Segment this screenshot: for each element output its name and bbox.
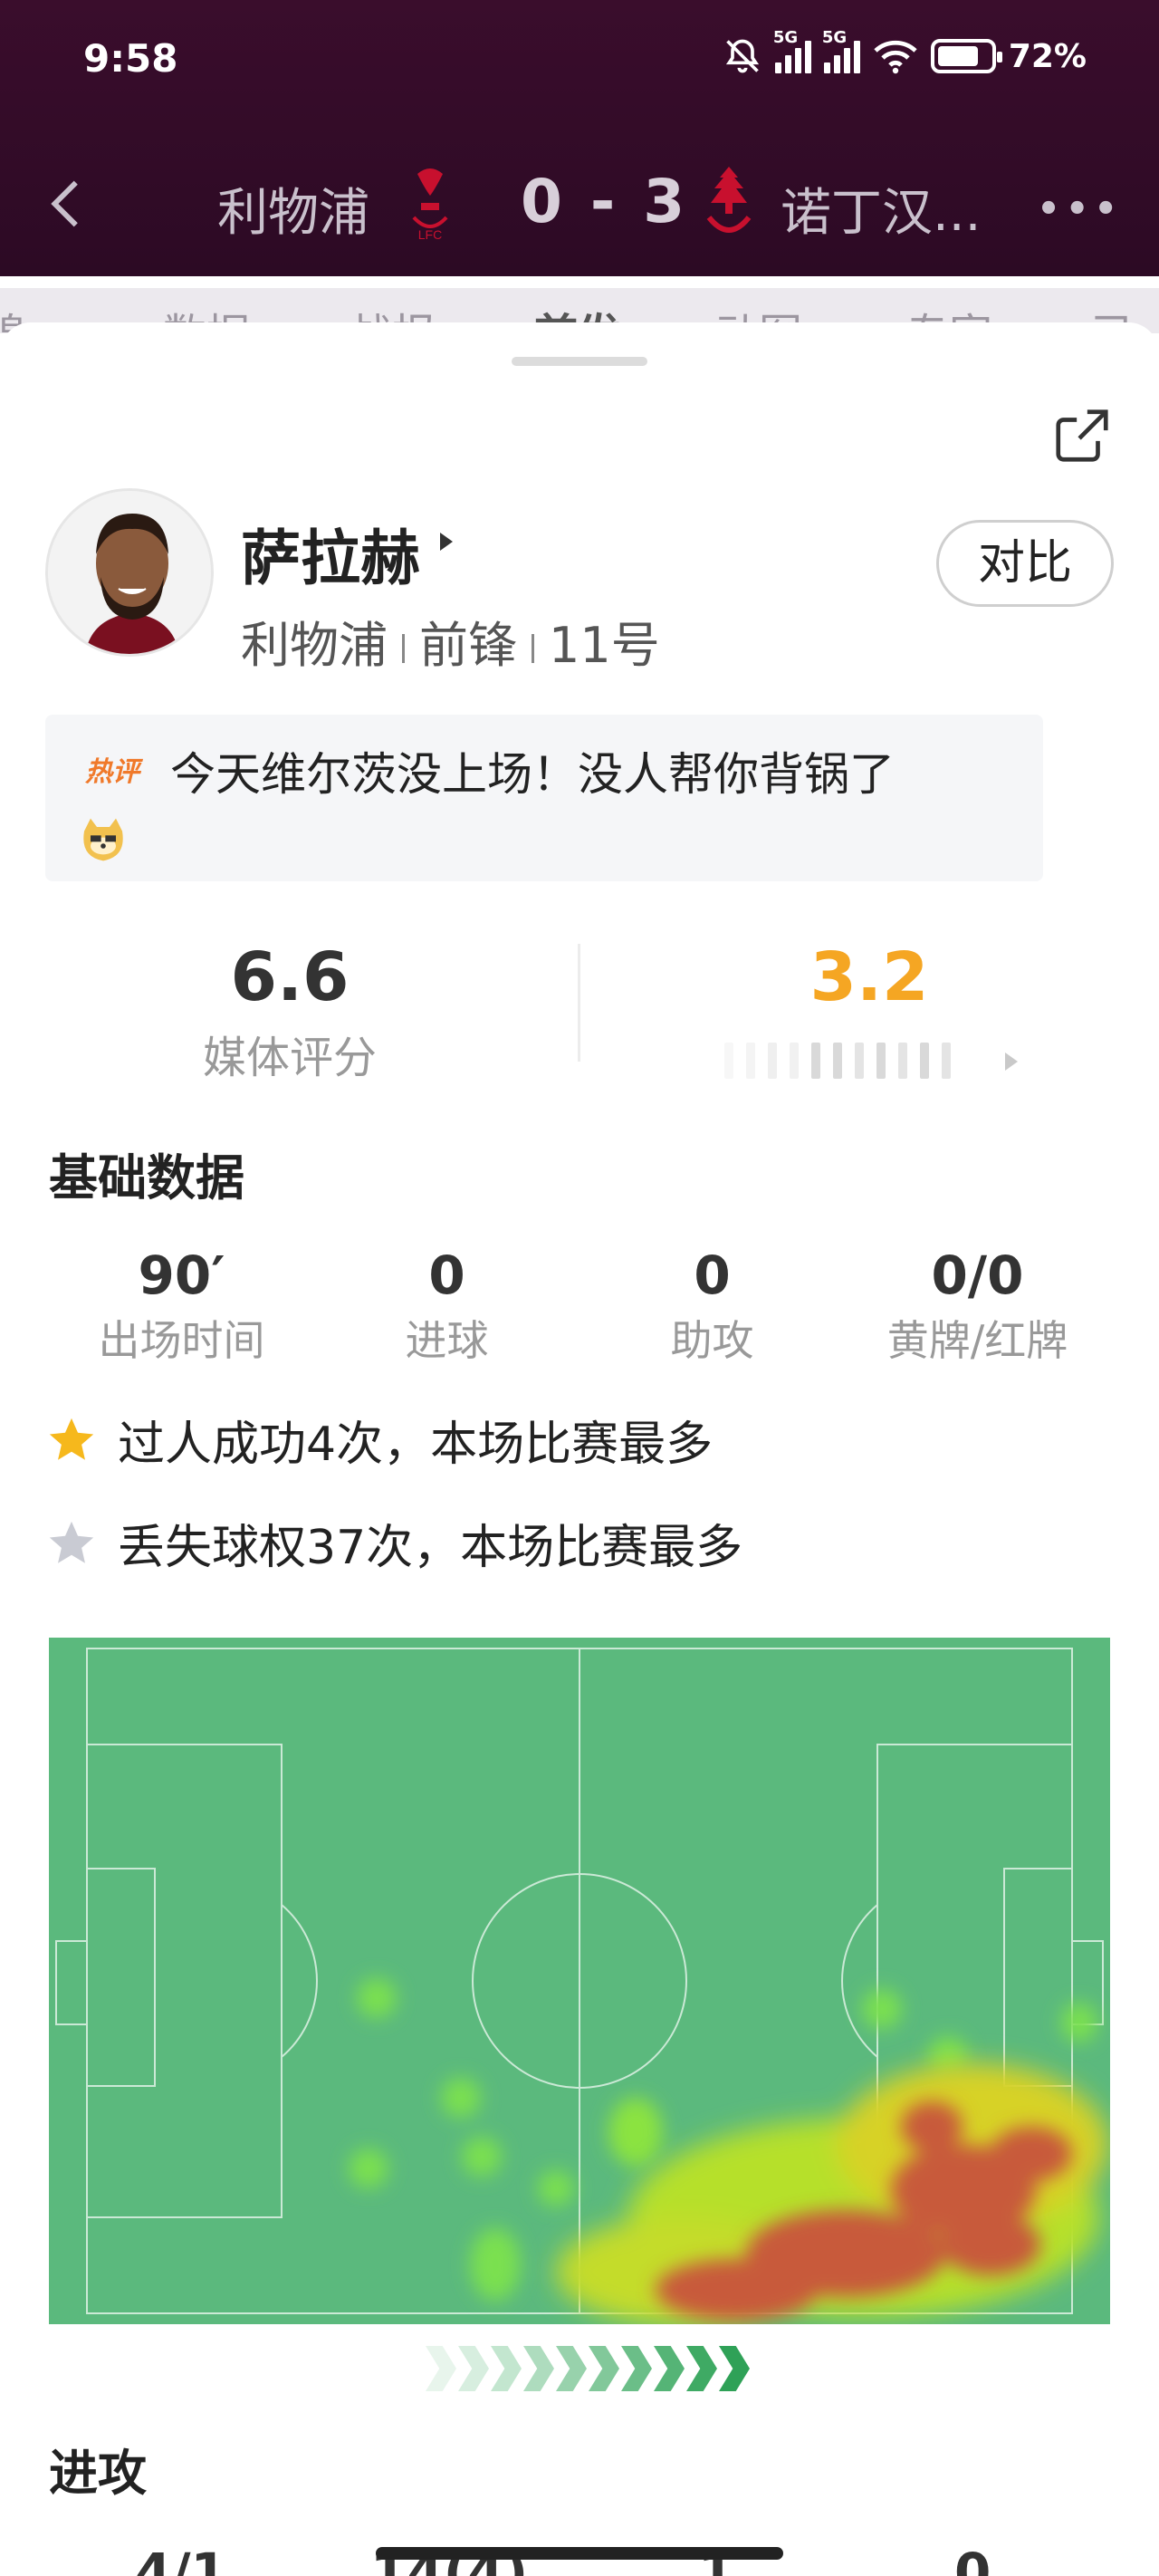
home-team-name[interactable]: 利物浦 — [217, 172, 369, 245]
player-name[interactable]: 萨拉赫 — [241, 510, 420, 597]
media-rating: 6.6 媒体评分 — [199, 938, 380, 1085]
share-icon[interactable] — [1050, 404, 1114, 467]
stat-label: 进球 — [405, 1316, 489, 1365]
attack-value-4: 0 — [954, 2542, 991, 2576]
svg-text:LFC: LFC — [418, 227, 442, 242]
fan-score: 3.2 — [809, 938, 929, 1016]
attack-value-1: 4/1 — [135, 2542, 227, 2576]
status-time: 9:58 — [83, 36, 178, 81]
home-indicator[interactable] — [376, 2547, 783, 2560]
match-bar: 利物浦 LFC 0 - 3 诺丁汉... ••• — [0, 154, 1159, 254]
basic-stats: 90′ 出场时间 0 进球 0 助攻 0/0 黄牌/红牌 — [49, 1245, 1110, 1371]
bell-muted-icon — [725, 39, 759, 73]
player-team: 利物浦 — [241, 617, 388, 674]
liverpool-crest-icon: LFC — [412, 168, 448, 242]
more-dots-icon[interactable]: ••• — [1037, 188, 1123, 230]
hot-comment-tag: 热评 — [85, 756, 139, 788]
status-icons: 5G 5G 72% — [723, 28, 1087, 76]
wifi-icon — [874, 40, 917, 74]
highlight-dribbles: 过人成功4次，本场比赛最多 — [45, 1406, 713, 1474]
heatmap-pitch — [49, 1638, 1110, 2324]
nottingham-crest-icon — [706, 167, 752, 233]
stat-cards: 0/0 黄牌/红牌 — [845, 1245, 1110, 1371]
blurred-rating-label[interactable] — [724, 1038, 996, 1083]
stat-value: 0/0 — [931, 1245, 1024, 1306]
attack-direction-arrows — [426, 2346, 750, 2391]
sheet-drag-handle[interactable] — [512, 357, 647, 366]
stat-value: 90′ — [138, 1245, 225, 1306]
hot-comment-text: 今天维尔茨没上场！没人帮你背锅了 — [170, 748, 895, 801]
caret-right-icon[interactable] — [1005, 1053, 1018, 1071]
media-score: 6.6 — [230, 938, 350, 1016]
signal-icon: 5G — [773, 28, 811, 73]
battery-icon — [930, 39, 1002, 73]
signal-icon-2: 5G — [822, 28, 860, 73]
stat-minutes: 90′ 出场时间 — [49, 1245, 314, 1371]
match-score: 0 - 3 — [521, 167, 689, 236]
stat-label: 助攻 — [670, 1316, 754, 1365]
network-label-1: 5G — [772, 28, 799, 47]
stat-value: 0 — [694, 1245, 731, 1306]
status-bar: 9:58 5G 5G 72% — [0, 28, 1159, 91]
stat-label: 黄牌/红牌 — [886, 1316, 1068, 1365]
doge-emoji-icon — [83, 818, 123, 861]
battery-level: 72% — [1008, 37, 1087, 75]
star-gray-icon — [49, 1521, 94, 1563]
stat-label: 出场时间 — [98, 1316, 265, 1365]
media-score-label: 媒体评分 — [202, 1033, 377, 1083]
caret-right-icon[interactable] — [440, 533, 453, 551]
compare-button[interactable]: 对比 — [936, 520, 1114, 607]
network-label-2: 5G — [821, 28, 848, 47]
away-team-name[interactable]: 诺丁汉... — [781, 172, 981, 245]
player-position: 前锋 — [419, 617, 517, 674]
section-title-attack: 进攻 — [49, 2445, 147, 2502]
hot-comment[interactable]: 热评 今天维尔茨没上场！没人帮你背锅了 — [45, 715, 1043, 881]
top-header: 9:58 5G 5G 72% 利物浦 LFC 0 - 3 诺丁汉... ••• — [0, 0, 1159, 276]
section-title-basic: 基础数据 — [49, 1149, 244, 1206]
player-number: 11号 — [549, 617, 660, 674]
player-info: 利物浦 前锋 11号 — [241, 605, 660, 677]
highlight-text: 丢失球权37次，本场比赛最多 — [118, 1521, 743, 1575]
fan-rating[interactable]: 3.2 — [779, 938, 960, 1016]
rating-divider — [578, 944, 580, 1062]
stat-value: 0 — [428, 1245, 465, 1306]
avatar[interactable] — [45, 488, 214, 657]
chevron-left-icon[interactable] — [36, 172, 100, 235]
highlight-possession-lost: 丢失球权37次，本场比赛最多 — [45, 1509, 742, 1577]
stat-goals: 0 进球 — [314, 1245, 580, 1371]
stat-assists: 0 助攻 — [580, 1245, 845, 1371]
highlight-text: 过人成功4次，本场比赛最多 — [118, 1418, 714, 1472]
player-sheet: 萨拉赫 利物浦 前锋 11号 对比 热评 今天维尔茨没上场！没人帮你背锅了 6.6 … — [0, 322, 1159, 2576]
star-gold-icon — [49, 1418, 94, 1460]
